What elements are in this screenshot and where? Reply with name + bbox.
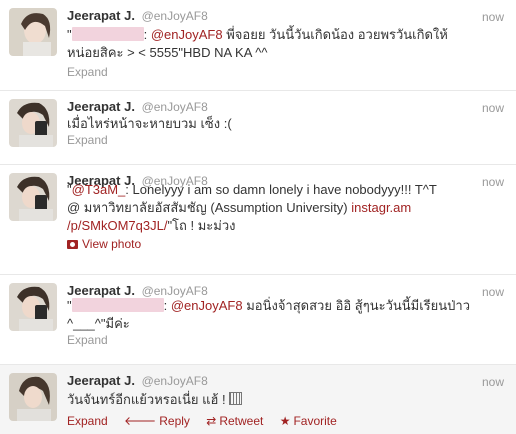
tweet-username[interactable]: @enJoyAF8 (142, 100, 208, 114)
redacted-username (71, 27, 144, 41)
tweet-text: ": @enJoyAF8 พี่จอยย วันนี้วันเกิดน้อง อ… (67, 27, 448, 60)
photo-icon (67, 240, 78, 249)
expand-link[interactable]: Expand (67, 65, 108, 79)
view-photo-label: View photo (82, 237, 142, 251)
tweet-feed: Jeerapat J. @enJoyAF8 now ": @enJoyAF8 พ… (0, 0, 516, 434)
expand-link[interactable]: Expand (67, 333, 108, 347)
reply-arrow-icon: 🡐 (124, 414, 157, 428)
tweet-timestamp[interactable]: now (482, 101, 504, 115)
retweet-button[interactable]: ⇄ Retweet (206, 414, 263, 428)
star-icon: ★ (279, 414, 291, 428)
tweet-text: ": @enJoyAF8 มอนิ่งจ้าสุดสวย อิอิ สู้ๆนะ… (67, 298, 471, 331)
tweet-text: วันจันทร์อีกแย้วหรอเนี่ย แฮ้ ! (67, 391, 487, 409)
tweet-username[interactable]: @enJoyAF8 (142, 374, 208, 388)
tweet[interactable]: Jeerapat J. @enJoyAF8 now ": @enJoyAF8 พ… (0, 0, 516, 91)
expand-link[interactable]: Expand (67, 414, 108, 428)
mention-link[interactable]: @enJoyAF8 (171, 298, 243, 313)
tweet-actions: Expand (67, 65, 108, 79)
instagram-link[interactable]: instagr.am (351, 200, 411, 215)
tweet-fullname[interactable]: Jeerapat J. (67, 373, 135, 388)
tweet[interactable]: Jeerapat J. @enJoyAF8 now "@T3aM_: Lonel… (0, 165, 516, 275)
tweet-timestamp[interactable]: now (482, 10, 504, 24)
favorite-button[interactable]: ★ Favorite (280, 414, 337, 428)
tweet-text: "@T3aM_: Lonelyyy i am so damn lonely i … (67, 182, 437, 233)
tweet-fullname[interactable]: Jeerapat J. (67, 8, 135, 23)
tweet-timestamp[interactable]: now (482, 375, 504, 389)
mention-link[interactable]: @enJoyAF8 (151, 27, 223, 42)
avatar[interactable] (9, 173, 57, 221)
tweet-actions: Expand (67, 333, 108, 347)
tweet-username[interactable]: @enJoyAF8 (142, 9, 208, 23)
tweet-actions: Expand (67, 133, 108, 147)
tweet-username[interactable]: @enJoyAF8 (142, 284, 208, 298)
avatar[interactable] (9, 99, 57, 147)
reply-button[interactable]: 🡐 Reply (124, 414, 190, 428)
retweet-icon: ⇄ (206, 414, 217, 428)
avatar[interactable] (9, 283, 57, 331)
tweet[interactable]: Jeerapat J. @enJoyAF8 now ": @enJoyAF8 ม… (0, 275, 516, 365)
tweet[interactable]: Jeerapat J. @enJoyAF8 now วันจันทร์อีกแย… (0, 365, 516, 434)
mention-link[interactable]: @T3aM_ (72, 182, 126, 197)
instagram-link-path[interactable]: /p/SMkOM7q3JL/ (67, 218, 167, 233)
tweet-text: เมื่อไหร่หน้าจะหายบวม เซ็ง :( (67, 116, 232, 131)
tweet-fullname[interactable]: Jeerapat J. (67, 99, 135, 114)
view-photo-link[interactable]: View photo (67, 237, 141, 251)
tweet-actions: Expand 🡐 Reply ⇄ Retweet ★ Favorite (67, 413, 350, 428)
avatar[interactable] (9, 373, 57, 421)
redacted-username (71, 298, 164, 312)
emoji-glyph (229, 392, 243, 405)
tweet[interactable]: Jeerapat J. @enJoyAF8 now เมื่อไหร่หน้าจ… (0, 91, 516, 165)
avatar[interactable] (9, 8, 57, 56)
tweet-fullname[interactable]: Jeerapat J. (67, 283, 135, 298)
expand-link[interactable]: Expand (67, 133, 108, 147)
